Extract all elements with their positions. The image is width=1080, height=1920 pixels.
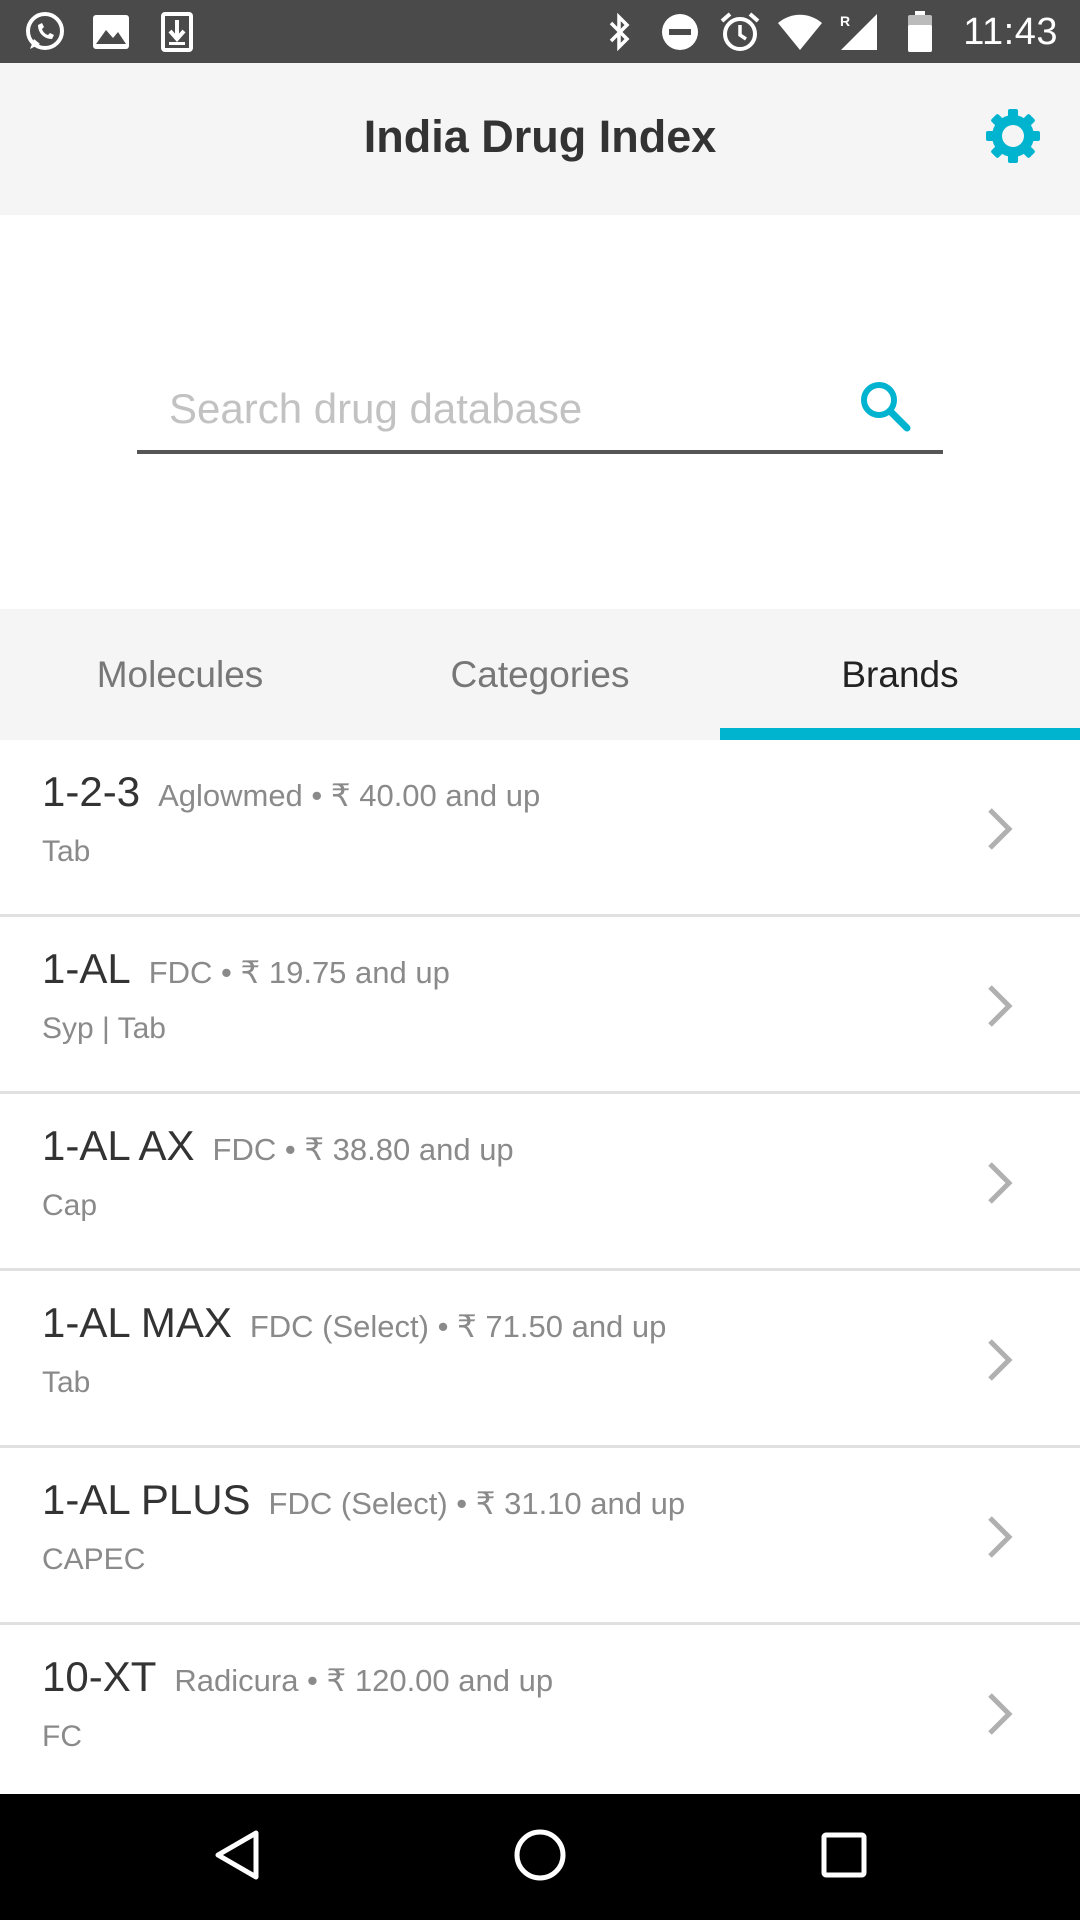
list-item[interactable]: 1-AL PLUS FDC (Select) • ₹ 31.10 and up … <box>0 1448 1080 1625</box>
brand-name: 1-AL <box>42 945 131 992</box>
tab-bar: Molecules Categories Brands <box>0 609 1080 740</box>
brand-form: Tab <box>42 1366 91 1399</box>
brand-form: Cap <box>42 1189 98 1222</box>
search-icon <box>859 380 911 437</box>
search-input[interactable] <box>169 374 809 444</box>
do-not-disturb-icon <box>657 9 703 55</box>
brand-name: 1-AL PLUS <box>42 1476 251 1523</box>
back-icon <box>212 1829 262 1886</box>
brand-name: 10-XT <box>42 1653 157 1700</box>
brand-name: 1-2-3 <box>42 768 141 815</box>
search-field[interactable] <box>137 370 943 454</box>
status-bar: R 11:43 <box>0 0 1080 63</box>
brand-list: 1-2-3 Aglowmed • ₹ 40.00 and up Tab 1-AL… <box>0 740 1080 1802</box>
chevron-right-icon <box>980 1512 1020 1562</box>
recents-button[interactable] <box>811 1824 877 1890</box>
brand-meta: Aglowmed • ₹ 40.00 and up <box>158 778 541 813</box>
back-button[interactable] <box>204 1824 270 1890</box>
gear-icon <box>984 107 1042 170</box>
chevron-right-icon <box>980 1158 1020 1208</box>
signal-roaming-icon: R <box>837 9 883 55</box>
brand-name: 1-AL AX <box>42 1122 195 1169</box>
chevron-right-icon <box>980 1689 1020 1739</box>
svg-text:R: R <box>840 13 850 29</box>
settings-button[interactable] <box>980 105 1046 171</box>
brand-form: FC <box>42 1720 82 1753</box>
page-title: India Drug Index <box>363 111 717 162</box>
tab-categories[interactable]: Categories <box>360 609 720 740</box>
navigation-bar <box>0 1794 1080 1920</box>
list-item[interactable]: 1-AL FDC • ₹ 19.75 and up Syp | Tab <box>0 917 1080 1094</box>
brand-meta: FDC (Select) • ₹ 71.50 and up <box>249 1309 667 1344</box>
status-time: 11:43 <box>963 10 1058 53</box>
recents-icon <box>820 1831 868 1884</box>
whatsapp-icon <box>22 9 68 55</box>
tab-brands[interactable]: Brands <box>720 609 1080 740</box>
wifi-icon <box>777 9 823 55</box>
brand-form: CAPEC <box>42 1543 146 1576</box>
app-bar: India Drug Index <box>0 63 1080 215</box>
brand-name: 1-AL MAX <box>42 1299 232 1346</box>
chevron-right-icon <box>980 981 1020 1031</box>
home-button[interactable] <box>507 1824 573 1890</box>
download-icon <box>154 9 200 55</box>
chevron-right-icon <box>980 1335 1020 1385</box>
brand-form: Tab <box>42 835 91 868</box>
list-item[interactable]: 10-XT Radicura • ₹ 120.00 and up FC <box>0 1625 1080 1802</box>
search-area <box>0 215 1080 609</box>
image-icon <box>88 9 134 55</box>
brand-meta: Radicura • ₹ 120.00 and up <box>174 1663 554 1698</box>
brand-meta: FDC (Select) • ₹ 31.10 and up <box>268 1486 686 1521</box>
list-item[interactable]: 1-AL MAX FDC (Select) • ₹ 71.50 and up T… <box>0 1271 1080 1448</box>
list-item[interactable]: 1-AL AX FDC • ₹ 38.80 and up Cap <box>0 1094 1080 1271</box>
list-item[interactable]: 1-2-3 Aglowmed • ₹ 40.00 and up Tab <box>0 740 1080 917</box>
bluetooth-icon <box>597 9 643 55</box>
alarm-icon <box>717 9 763 55</box>
brand-form: Syp | Tab <box>42 1012 166 1045</box>
home-icon <box>513 1828 567 1887</box>
search-button[interactable] <box>855 378 915 438</box>
battery-icon <box>897 9 943 55</box>
tab-molecules[interactable]: Molecules <box>0 609 360 740</box>
brand-meta: FDC • ₹ 38.80 and up <box>212 1132 514 1167</box>
brand-meta: FDC • ₹ 19.75 and up <box>148 955 450 990</box>
chevron-right-icon <box>980 804 1020 854</box>
